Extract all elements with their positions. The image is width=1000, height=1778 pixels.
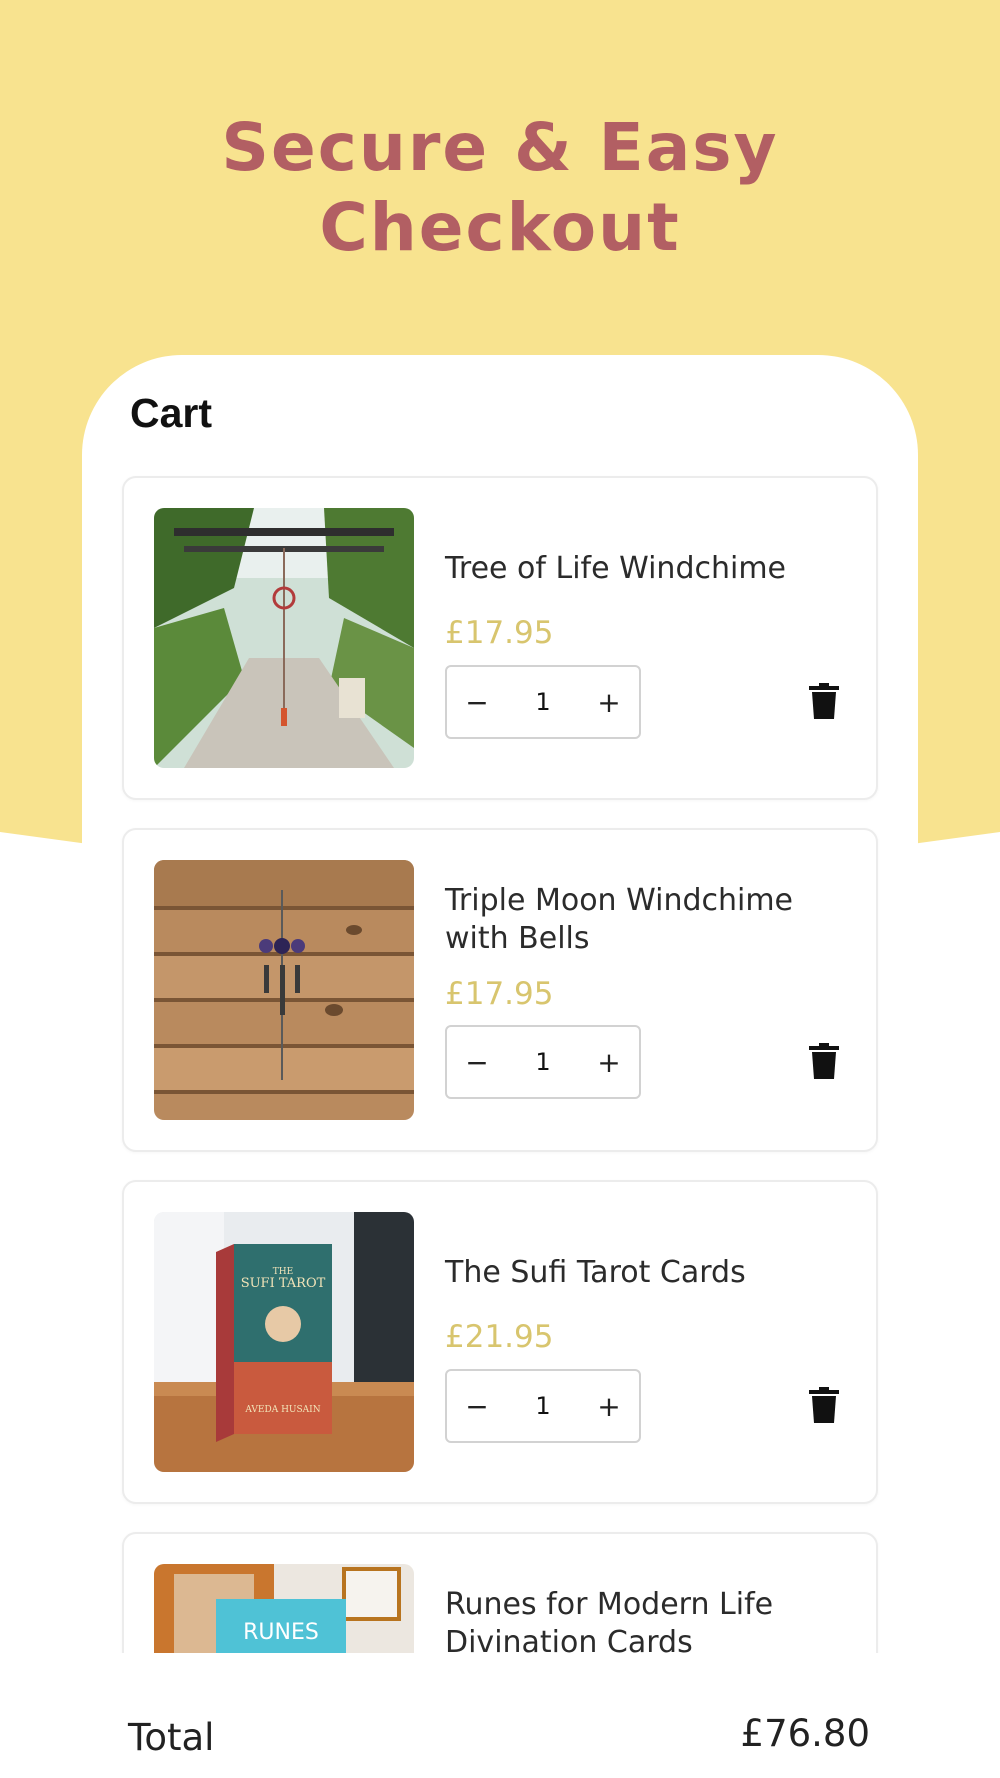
decrease-quantity-button[interactable]: − (447, 1371, 507, 1441)
item-name: Runes for Modern Life Divination Cards (445, 1587, 774, 1653)
product-image-sufi-tarot[interactable]: THE SUFI TAROT AVEDA HUSAIN (154, 1212, 414, 1472)
cart-item-list[interactable]: Tree of Life Windchime £17.95 − 1 + Trip… (110, 470, 890, 1653)
total-value: £76.80 (740, 1712, 870, 1755)
total-label: Total (128, 1716, 215, 1759)
trash-icon[interactable] (809, 1387, 839, 1423)
minus-icon: − (465, 1389, 489, 1423)
item-price: £17.95 (445, 976, 554, 1012)
increase-quantity-button[interactable]: + (579, 1371, 639, 1441)
plus-icon: + (597, 1389, 621, 1423)
increase-quantity-button[interactable]: + (579, 1027, 639, 1097)
hero-title-line2: Checkout (319, 189, 681, 266)
quantity-value: 1 (535, 1048, 551, 1076)
item-name: The Sufi Tarot Cards (445, 1255, 746, 1290)
quantity-stepper: − 1 + (445, 1369, 641, 1443)
sufi-box-title: SUFI TAROT (241, 1276, 326, 1291)
sufi-box-author: AVEDA HUSAIN (244, 1405, 320, 1415)
product-image-runes[interactable]: RUNES (154, 1564, 414, 1653)
cart-item-sufi-tarot: THE SUFI TAROT AVEDA HUSAIN The Sufi Tar… (122, 1180, 878, 1504)
product-image-windchime-garden[interactable] (154, 508, 414, 768)
quantity-value: 1 (535, 688, 551, 716)
hero-title: Secure & Easy Checkout (0, 108, 1000, 268)
quantity-stepper: − 1 + (445, 665, 641, 739)
quantity-stepper: − 1 + (445, 1025, 641, 1099)
item-name: Tree of Life Windchime (445, 551, 787, 586)
cart-item-triple-moon: Triple Moon Windchime with Bells £17.95 … (122, 828, 878, 1152)
product-image-windchime-wood[interactable] (154, 860, 414, 1120)
trash-icon[interactable] (809, 1043, 839, 1079)
item-name: Triple Moon Windchime with Bells (445, 883, 794, 956)
minus-icon: − (465, 685, 489, 719)
cart-item-tree-of-life: Tree of Life Windchime £17.95 − 1 + (122, 476, 878, 800)
sufi-tarot-box-photo: THE SUFI TAROT AVEDA HUSAIN (154, 1212, 414, 1472)
item-price: £21.95 (445, 1319, 554, 1355)
minus-icon: − (465, 1045, 489, 1079)
cart-item-runes: RUNES Runes for Modern Life Divination C… (122, 1532, 878, 1653)
windchime-wood-photo (154, 860, 414, 1120)
hero-title-line1: Secure & Easy (221, 109, 779, 186)
plus-icon: + (597, 685, 621, 719)
plus-icon: + (597, 1045, 621, 1079)
trash-icon[interactable] (809, 683, 839, 719)
runes-card-box-photo: RUNES (154, 1564, 414, 1653)
decrease-quantity-button[interactable]: − (447, 1027, 507, 1097)
quantity-value: 1 (535, 1392, 551, 1420)
decrease-quantity-button[interactable]: − (447, 667, 507, 737)
increase-quantity-button[interactable]: + (579, 667, 639, 737)
item-price: £17.95 (445, 615, 554, 651)
windchime-garden-photo (154, 508, 414, 768)
runes-box-title: RUNES (243, 1620, 319, 1645)
cart-title: Cart (130, 390, 213, 436)
